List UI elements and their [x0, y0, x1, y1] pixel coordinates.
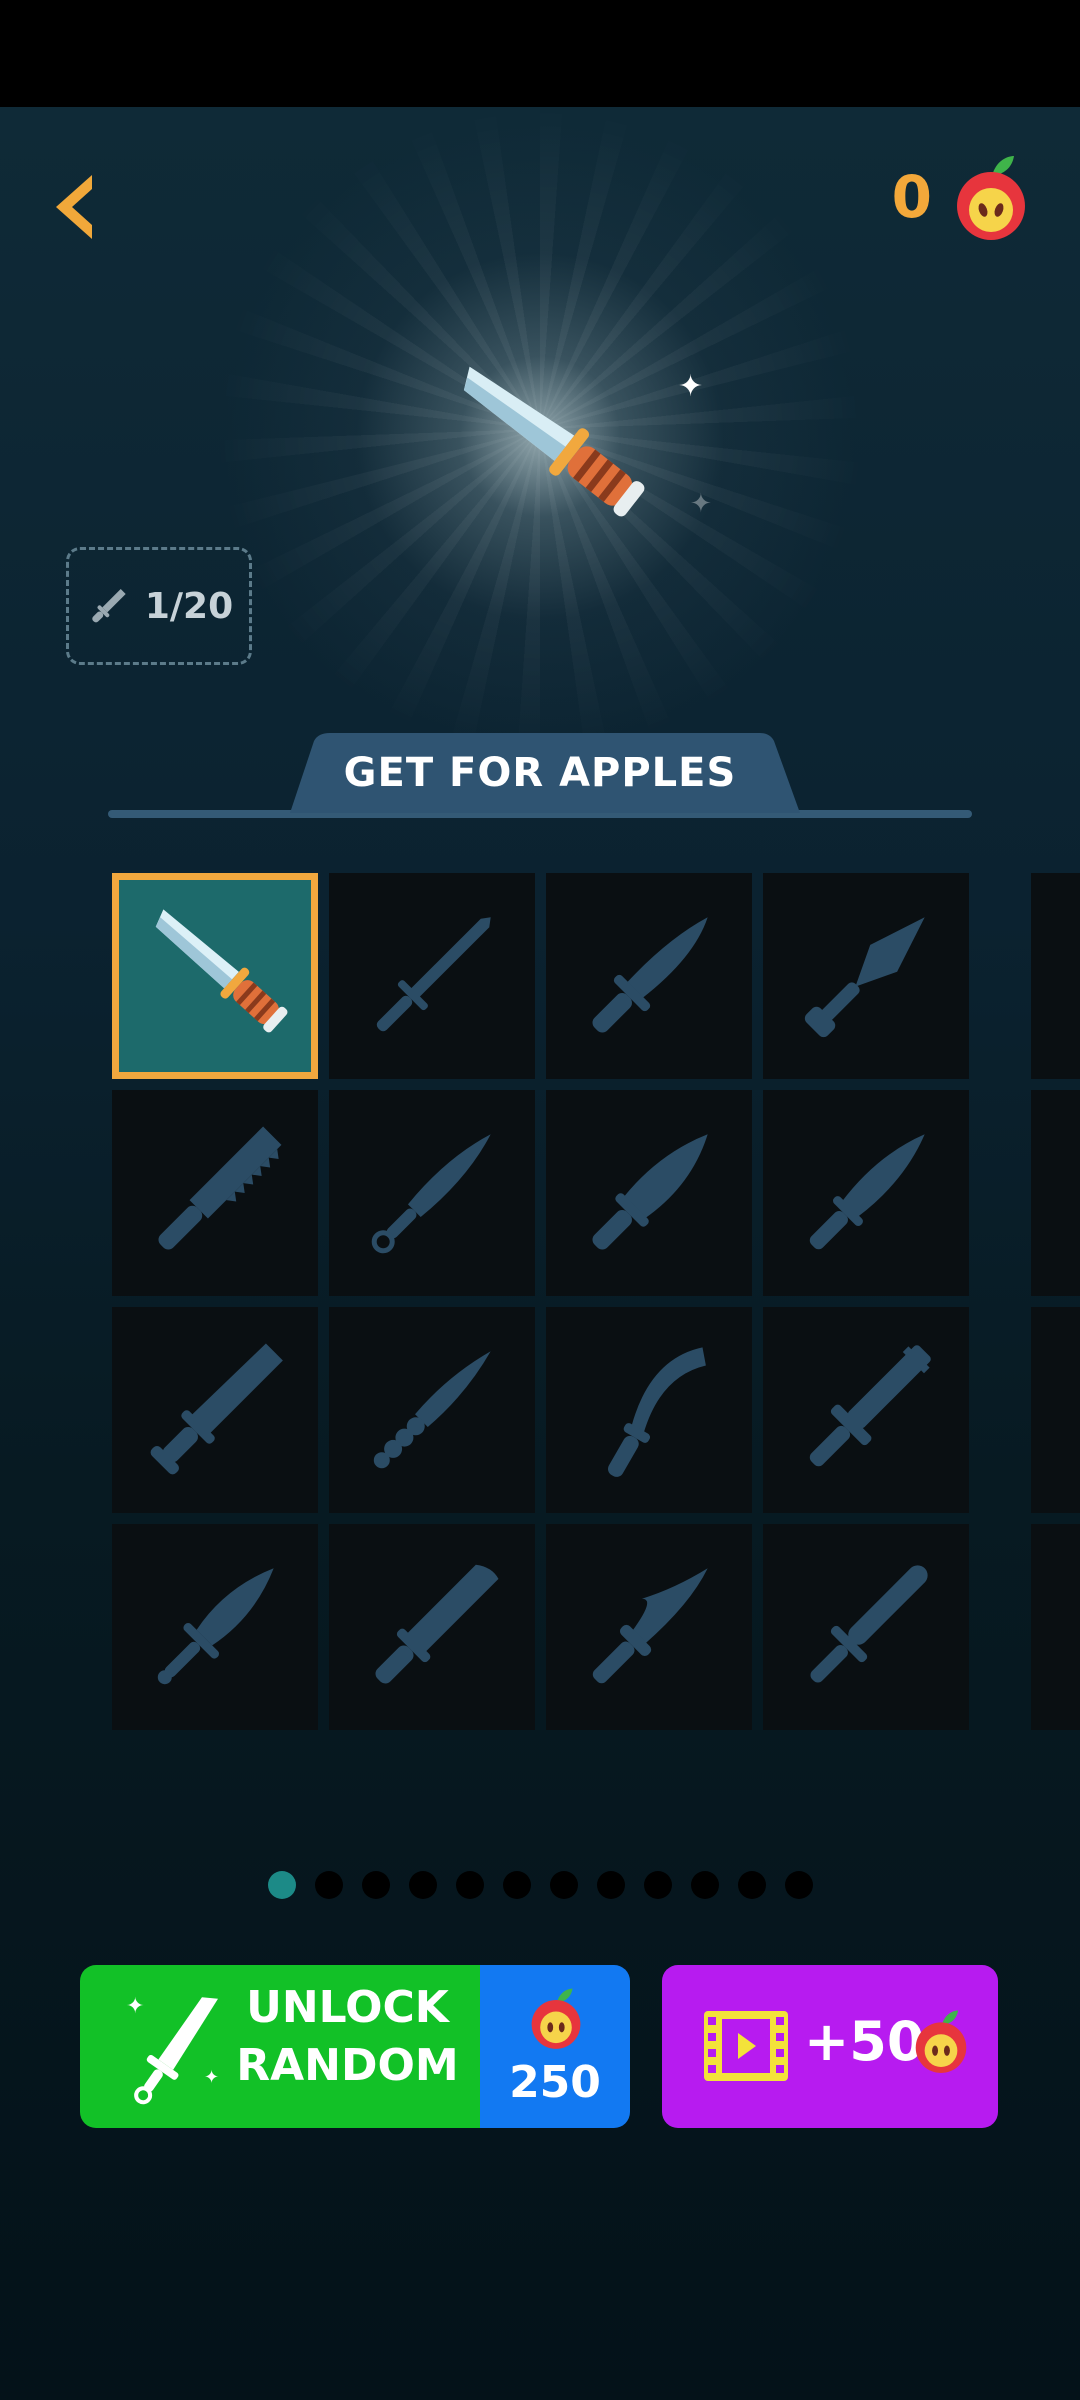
locked-knife-icon: [373, 1351, 491, 1469]
locked-knife-icon: [150, 1343, 283, 1475]
page-dot[interactable]: [502, 1871, 531, 1899]
watch-video-button[interactable]: +50: [662, 1965, 998, 2128]
knife-slot-16[interactable]: [763, 1524, 969, 1730]
category-title: GET FOR APPLES: [343, 750, 737, 796]
locked-knife-icon: [371, 1134, 491, 1254]
selected-knife-icon: [463, 366, 645, 517]
knife-slot-2[interactable]: [329, 873, 535, 1079]
knife-slot-4[interactable]: [763, 873, 969, 1079]
next-page-slot: [1031, 873, 1080, 1079]
video-reward-label: +50: [804, 2010, 925, 2073]
knife-slot-9[interactable]: [112, 1307, 318, 1513]
svg-text:✦: ✦: [204, 2067, 219, 2088]
knife-slot-6[interactable]: [329, 1090, 535, 1296]
locked-knife-icon: [809, 1345, 931, 1467]
hunting-knife-icon: [155, 909, 288, 1033]
next-page-slot: [1031, 1524, 1080, 1730]
locked-knife-icon: [592, 1134, 708, 1250]
knife-slot-5[interactable]: [112, 1090, 318, 1296]
game-screen: 0 ✦ ✦ 1/20 GET FOR APPLES ✦ ✦ UNLOCK RAN…: [0, 107, 1080, 2400]
locked-knife-icon: [592, 1568, 708, 1684]
next-page-slot: [1031, 1090, 1080, 1296]
apple-icon: [957, 156, 1025, 240]
unlock-label-line2: RANDOM: [236, 2040, 459, 2091]
locked-knife-icon: [804, 917, 925, 1038]
progress-count: 1/20: [144, 585, 234, 627]
locked-knife-icon: [157, 1568, 274, 1685]
unlock-random-label: UNLOCK RANDOM: [225, 1979, 470, 2095]
locked-knife-icon: [592, 917, 708, 1033]
page-dot[interactable]: [267, 1871, 296, 1899]
knife-slot-15[interactable]: [546, 1524, 752, 1730]
knife-slot-13[interactable]: [112, 1524, 318, 1730]
locked-knife-icon: [608, 1347, 706, 1477]
locked-knife-icon: [810, 1565, 928, 1683]
apple-counter: 0: [892, 147, 1030, 247]
locked-knife-icon: [376, 917, 491, 1032]
collection-progress: 1/20: [66, 547, 252, 665]
apple-icon: [915, 2010, 967, 2073]
status-bar: [0, 0, 1080, 107]
locked-knife-icon: [158, 1126, 282, 1250]
unlock-random-button[interactable]: ✦ ✦ UNLOCK RANDOM 250: [80, 1965, 630, 2128]
knife-slot-8[interactable]: [763, 1090, 969, 1296]
page-dot[interactable]: [314, 1871, 343, 1899]
page-dot[interactable]: [690, 1871, 719, 1899]
svg-text:✦: ✦: [126, 1994, 144, 2019]
locked-knife-icon: [809, 1134, 925, 1250]
page-dot[interactable]: [549, 1871, 578, 1899]
knife-icon: [92, 589, 126, 623]
next-page-preview: [1031, 873, 1080, 1730]
knife-slot-7[interactable]: [546, 1090, 752, 1296]
page-dot[interactable]: [408, 1871, 437, 1899]
knife-slot-12[interactable]: [763, 1307, 969, 1513]
page-dot[interactable]: [643, 1871, 672, 1899]
page-indicator: [0, 1871, 1080, 1899]
knife-slot-1[interactable]: [112, 873, 318, 1079]
page-dot[interactable]: [737, 1871, 766, 1899]
knife-slot-11[interactable]: [546, 1307, 752, 1513]
unlock-price: 250: [509, 2057, 601, 2108]
page-dot[interactable]: [361, 1871, 390, 1899]
next-page-slot: [1031, 1307, 1080, 1513]
apple-icon: [531, 1988, 581, 2049]
sword-icon: ✦ ✦: [126, 1994, 219, 2105]
locked-knife-icon: [375, 1564, 499, 1684]
knife-slot-14[interactable]: [329, 1524, 535, 1730]
knife-grid: [112, 873, 969, 1730]
knife-slot-3[interactable]: [546, 873, 752, 1079]
page-dot[interactable]: [784, 1871, 813, 1899]
sparkle-icon: ✦: [690, 489, 712, 519]
page-dot[interactable]: [455, 1871, 484, 1899]
page-dot[interactable]: [596, 1871, 625, 1899]
video-icon: [704, 2011, 788, 2081]
unlock-label-line1: UNLOCK: [246, 1982, 449, 2033]
knife-slot-10[interactable]: [329, 1307, 535, 1513]
back-arrow-icon[interactable]: [50, 167, 110, 247]
sparkle-icon: ✦: [678, 369, 704, 404]
apple-count: 0: [891, 163, 932, 231]
